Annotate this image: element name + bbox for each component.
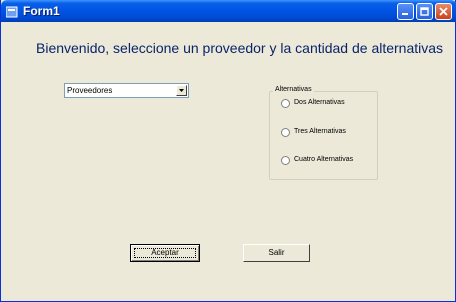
radio-circle-icon[interactable] [281,127,290,137]
radio-label: Tres Alternativas [294,128,346,135]
close-button[interactable] [435,3,452,20]
radio-circle-icon[interactable] [281,98,290,108]
window-title: Form1 [23,4,60,18]
radio-tres-alternativas[interactable]: Tres Alternativas [281,127,346,137]
close-icon [439,7,448,16]
radio-label: Cuatro Alternativas [294,156,354,163]
page-title: Bienvenido, seleccione un proveedor y la… [36,40,444,56]
maximize-icon [420,7,429,16]
radio-circle-icon[interactable] [281,155,290,165]
minimize-button[interactable] [397,3,414,20]
radio-dos-alternativas[interactable]: Dos Alternativas [281,98,345,108]
minimize-icon [402,13,408,15]
exit-button[interactable]: Salir [243,244,310,262]
provider-select-value: Proveedores [67,86,113,95]
dropdown-button[interactable] [176,85,187,96]
chevron-down-icon [179,89,184,92]
radio-label: Dos Alternativas [294,99,345,106]
title-bar[interactable]: Form1 [1,0,456,22]
radio-cuatro-alternativas[interactable]: Cuatro Alternativas [281,155,353,165]
maximize-button[interactable] [416,3,433,20]
form-window: Form1 Bienvenido, seleccione un proveedo… [0,0,456,302]
app-icon [5,5,18,18]
provider-select[interactable]: Proveedores [64,83,189,98]
alternatives-group-label: Alternativas [273,85,314,95]
focus-rectangle [134,248,196,258]
